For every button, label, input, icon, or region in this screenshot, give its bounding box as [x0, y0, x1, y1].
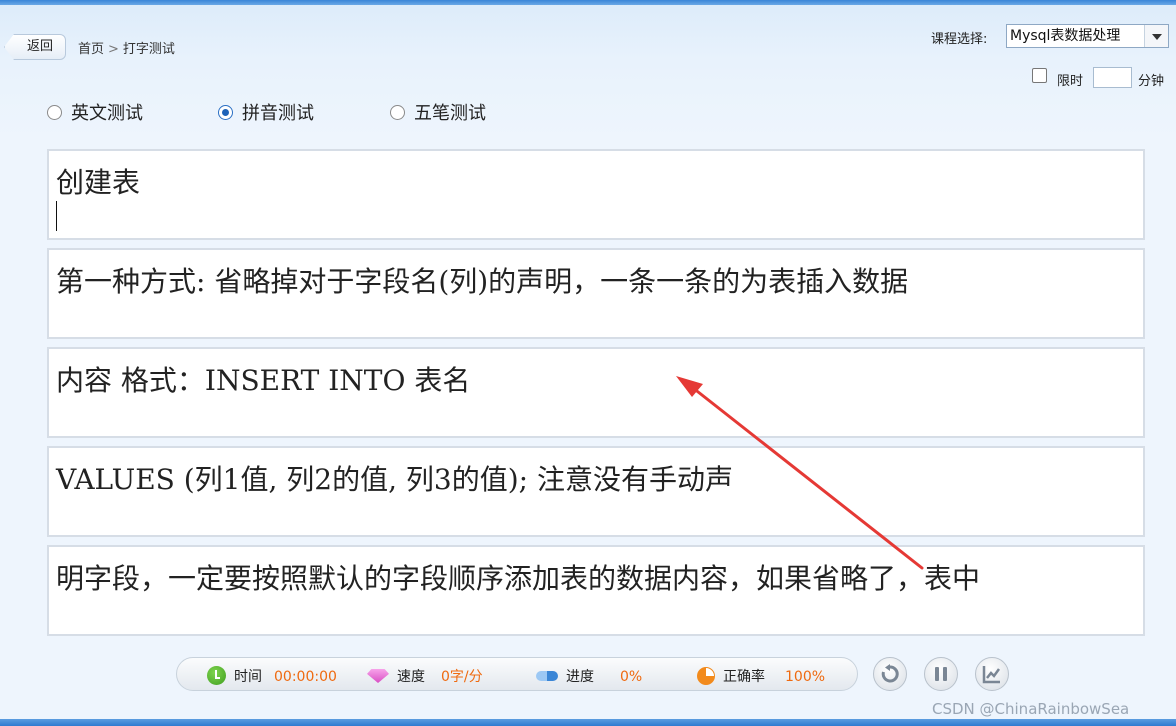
radio-pinyin[interactable] [218, 105, 233, 120]
breadcrumb-current: 打字测试 [122, 42, 175, 57]
typing-line-4[interactable]: VALUES (列1值, 列2的值, 列3的值); 注意没有手动声 [47, 446, 1145, 537]
line-text: 创建表 [56, 166, 141, 199]
course-select[interactable]: Mysql表数据处理 [1006, 24, 1169, 48]
time-limit-checkbox[interactable] [1032, 68, 1047, 83]
dropdown-button[interactable] [1144, 25, 1168, 47]
radio-english[interactable] [47, 105, 62, 120]
pie-icon [697, 667, 715, 685]
line-text: 第一种方式: 省略掉对于字段名(列)的声明，一条一条的为表插入数据 [56, 265, 909, 298]
watermark: CSDN @ChinaRainbowSea [932, 700, 1130, 718]
time-label: 时间 [234, 669, 262, 685]
time-limit-input[interactable] [1093, 67, 1132, 88]
line-text: 明字段，一定要按照默认的字段顺序添加表的数据内容，如果省略了，表中 [56, 562, 981, 595]
bottom-strip [0, 719, 1176, 726]
back-button[interactable]: 返回 [4, 34, 66, 60]
course-label: 课程选择: [931, 32, 988, 47]
pause-icon [935, 667, 947, 681]
clock-icon [207, 666, 226, 685]
mode-wubi-label: 五笔测试 [414, 103, 486, 124]
gem-icon [367, 669, 389, 683]
typing-line-2[interactable]: 第一种方式: 省略掉对于字段名(列)的声明，一条一条的为表插入数据 [47, 248, 1145, 339]
breadcrumb-separator: > [108, 42, 119, 57]
progress-icon [536, 671, 558, 681]
pause-button[interactable] [924, 657, 958, 691]
time-value: 00:00:00 [274, 669, 337, 685]
top-strip [0, 0, 1176, 5]
progress-label: 进度 [566, 669, 594, 685]
accuracy-value: 100% [785, 669, 826, 685]
radio-wubi[interactable] [390, 105, 405, 120]
chart-icon [982, 666, 1001, 684]
stat-time: 时间 00:00:00 [207, 666, 337, 686]
mode-english[interactable]: 英文测试 [47, 99, 143, 124]
typing-line-3[interactable]: 内容 格式：INSERT INTO 表名 [47, 347, 1145, 438]
time-limit-unit: 分钟 [1138, 74, 1165, 89]
breadcrumb-home[interactable]: 首页 [78, 42, 104, 57]
line-text: 内容 格式：INSERT INTO 表名 [56, 364, 471, 397]
time-limit-label: 限时 [1057, 74, 1084, 89]
accuracy-label: 正确率 [723, 669, 765, 685]
mode-pinyin[interactable]: 拼音测试 [218, 99, 314, 124]
chart-button[interactable] [975, 657, 1009, 691]
typing-line-1[interactable]: 创建表 [47, 149, 1145, 240]
stat-progress: 进度 0% [536, 666, 642, 686]
mode-pinyin-label: 拼音测试 [242, 103, 314, 124]
speed-label: 速度 [397, 669, 425, 685]
mode-english-label: 英文测试 [71, 103, 143, 124]
course-select-value: Mysql表数据处理 [1010, 28, 1121, 44]
status-bar: 时间 00:00:00 速度 0字/分 进度 0% 正确率 100% [176, 657, 858, 691]
speed-value: 0字/分 [441, 669, 483, 685]
stat-accuracy: 正确率 100% [697, 666, 825, 686]
stat-speed: 速度 0字/分 [367, 666, 483, 686]
breadcrumb: 首页 > 打字测试 [78, 38, 175, 57]
chevron-down-icon [1152, 34, 1162, 40]
reset-button[interactable] [873, 657, 907, 691]
typing-line-5[interactable]: 明字段，一定要按照默认的字段顺序添加表的数据内容，如果省略了，表中 [47, 545, 1145, 636]
line-text: VALUES (列1值, 列2的值, 列3的值); 注意没有手动声 [56, 463, 733, 496]
progress-value: 0% [620, 669, 643, 685]
reset-icon [881, 664, 899, 683]
mode-wubi[interactable]: 五笔测试 [390, 99, 486, 124]
text-caret [56, 201, 57, 231]
